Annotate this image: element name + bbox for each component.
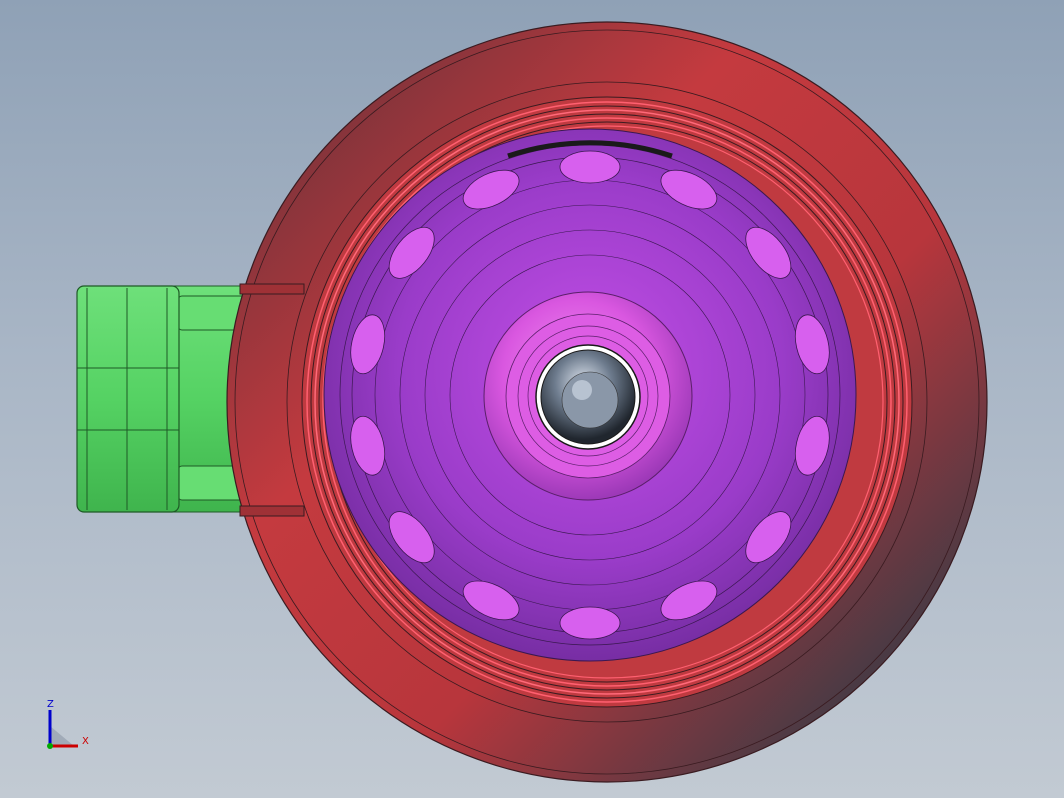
rotor-pocket (559, 150, 621, 184)
axis-triad: Z X (38, 696, 108, 766)
x-axis-label: X (82, 736, 89, 747)
3d-viewport[interactable]: Z X (0, 0, 1064, 798)
model-render[interactable] (0, 0, 1064, 798)
center-hub[interactable] (483, 291, 693, 501)
z-axis-label: Z (47, 699, 54, 710)
rotor-pocket (559, 606, 621, 640)
